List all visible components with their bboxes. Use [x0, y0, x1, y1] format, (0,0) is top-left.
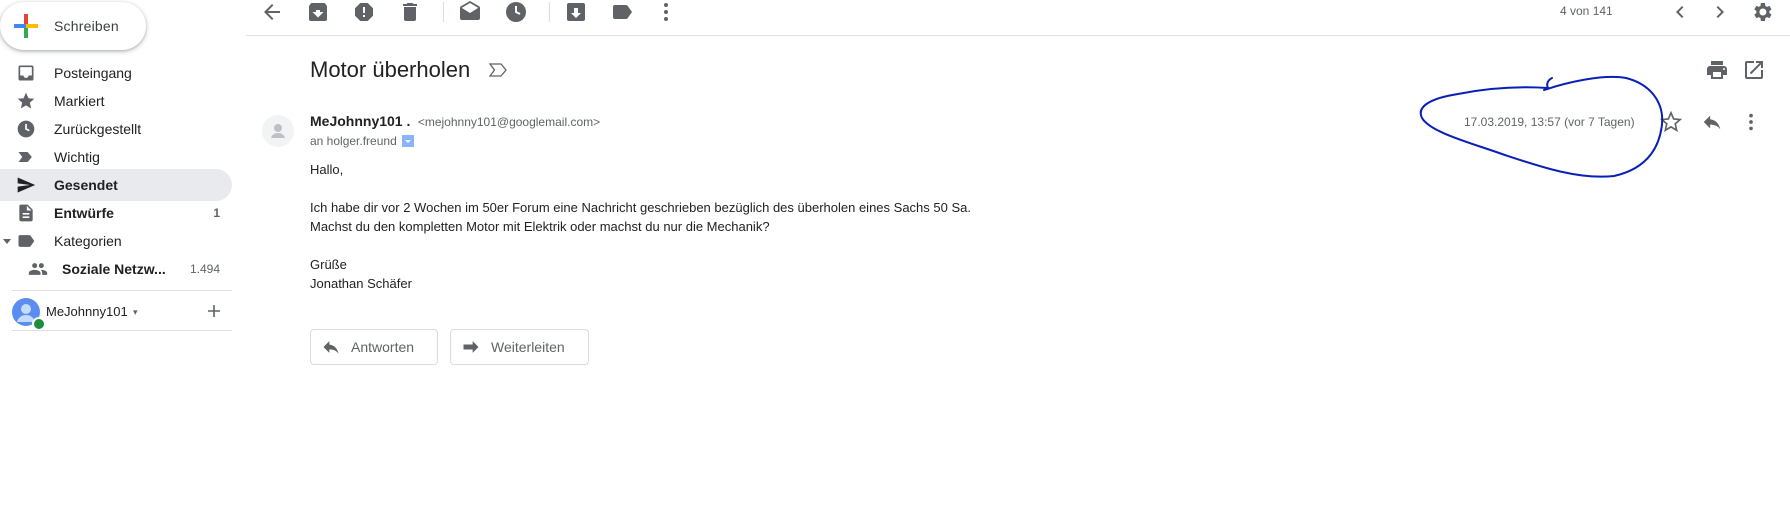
- body-line: Machst du den kompletten Motor mit Elekt…: [310, 219, 770, 234]
- compose-plus-icon: [14, 14, 38, 38]
- label-as-icon[interactable]: [610, 0, 634, 24]
- compose-button[interactable]: Schreiben: [0, 2, 146, 50]
- more-vert-message-icon[interactable]: [1740, 111, 1762, 133]
- sidebar-item-label: Soziale Netzw...: [62, 261, 166, 277]
- body-line: Jonathan Schäfer: [310, 276, 412, 291]
- reply-button[interactable]: Antworten: [310, 329, 438, 365]
- archive-icon[interactable]: [306, 0, 330, 24]
- move-to-icon[interactable]: [564, 0, 588, 24]
- star-icon: [17, 92, 35, 109]
- sidebar-item-label: Entwürfe: [54, 205, 114, 221]
- email-subject: Motor überholen: [310, 57, 471, 82]
- forward-arrow-icon: [463, 341, 479, 353]
- body-line: Hallo,: [310, 162, 344, 177]
- sidebar-item-count: 1.494: [189, 262, 220, 276]
- print-icon[interactable]: [1705, 58, 1729, 82]
- draft-icon: [19, 204, 33, 222]
- sidebar-item-label: Wichtig: [54, 149, 100, 165]
- sidebar-item-label: Kategorien: [54, 233, 122, 249]
- settings-gear-icon[interactable]: [1750, 0, 1774, 24]
- snooze-icon[interactable]: [504, 0, 528, 24]
- sidebar-item-count: 1: [213, 206, 220, 220]
- delete-icon[interactable]: [398, 0, 422, 24]
- sidebar-item-social[interactable]: Soziale Netzw... 1.494: [0, 253, 232, 285]
- label-icon: [18, 235, 35, 247]
- body-line: [310, 238, 1610, 257]
- inbox-icon: [18, 65, 34, 81]
- sender-email: <mejohnny101@googlemail.com>: [417, 115, 601, 129]
- more-vert-icon[interactable]: [654, 0, 678, 24]
- person-placeholder-icon: [271, 124, 285, 138]
- sidebar-item-label: Zurückgestellt: [54, 121, 142, 137]
- reply-label: Antworten: [351, 339, 415, 355]
- mark-unread-icon[interactable]: [458, 0, 482, 24]
- body-line: [310, 181, 1610, 200]
- body-line: Ich habe dir vor 2 Wochen im 50er Forum …: [310, 200, 971, 215]
- clock-icon: [17, 120, 35, 138]
- hangouts-user-name[interactable]: MeJohnny101: [46, 304, 128, 319]
- sender-name[interactable]: MeJohnny101 .: [310, 113, 410, 129]
- important-marker-icon[interactable]: [488, 62, 508, 78]
- recipients-text: an holger.freund: [310, 134, 397, 148]
- sidebar-divider: [12, 290, 232, 291]
- report-spam-icon[interactable]: [352, 0, 376, 24]
- show-details-icon[interactable]: [401, 135, 414, 147]
- reply-arrow-icon: [323, 341, 339, 354]
- add-contact-icon[interactable]: [206, 303, 222, 319]
- reply-icon[interactable]: [1701, 111, 1723, 133]
- toolbar-separator: [549, 2, 550, 22]
- dropdown-small-icon[interactable]: ▾: [133, 307, 138, 318]
- chevron-right-icon[interactable]: [1708, 0, 1732, 24]
- sidebar-item-label: Gesendet: [54, 177, 118, 193]
- email-body: Hallo, Ich habe dir vor 2 Wochen im 50er…: [310, 162, 1610, 295]
- hangouts-divider: [12, 330, 232, 331]
- forward-button[interactable]: Weiterleiten: [450, 329, 589, 365]
- send-icon: [17, 177, 36, 193]
- toolbar-divider: [246, 35, 1790, 36]
- important-icon: [18, 152, 32, 162]
- sidebar-item-label: Posteingang: [54, 65, 132, 81]
- pagination-text: 4 von 141: [1560, 4, 1613, 18]
- sidebar-item-label: Markiert: [54, 93, 105, 109]
- sender-avatar[interactable]: [262, 115, 294, 147]
- body-line: Grüße: [310, 257, 347, 272]
- open-new-window-icon[interactable]: [1742, 58, 1766, 82]
- add-icon-unused: [206, 350, 222, 366]
- chevron-left-icon[interactable]: [1668, 0, 1692, 24]
- back-arrow-icon[interactable]: [260, 0, 284, 24]
- toolbar-separator: [443, 2, 444, 22]
- expand-arrow-icon[interactable]: [2, 236, 12, 246]
- people-icon: [28, 263, 48, 275]
- recipients-line: an holger.freund: [310, 134, 414, 148]
- forward-label: Weiterleiten: [491, 339, 565, 355]
- sender-line: MeJohnny101 . <mejohnny101@googlemail.co…: [310, 113, 600, 131]
- compose-label: Schreiben: [54, 18, 119, 34]
- online-status-dot: [32, 317, 46, 331]
